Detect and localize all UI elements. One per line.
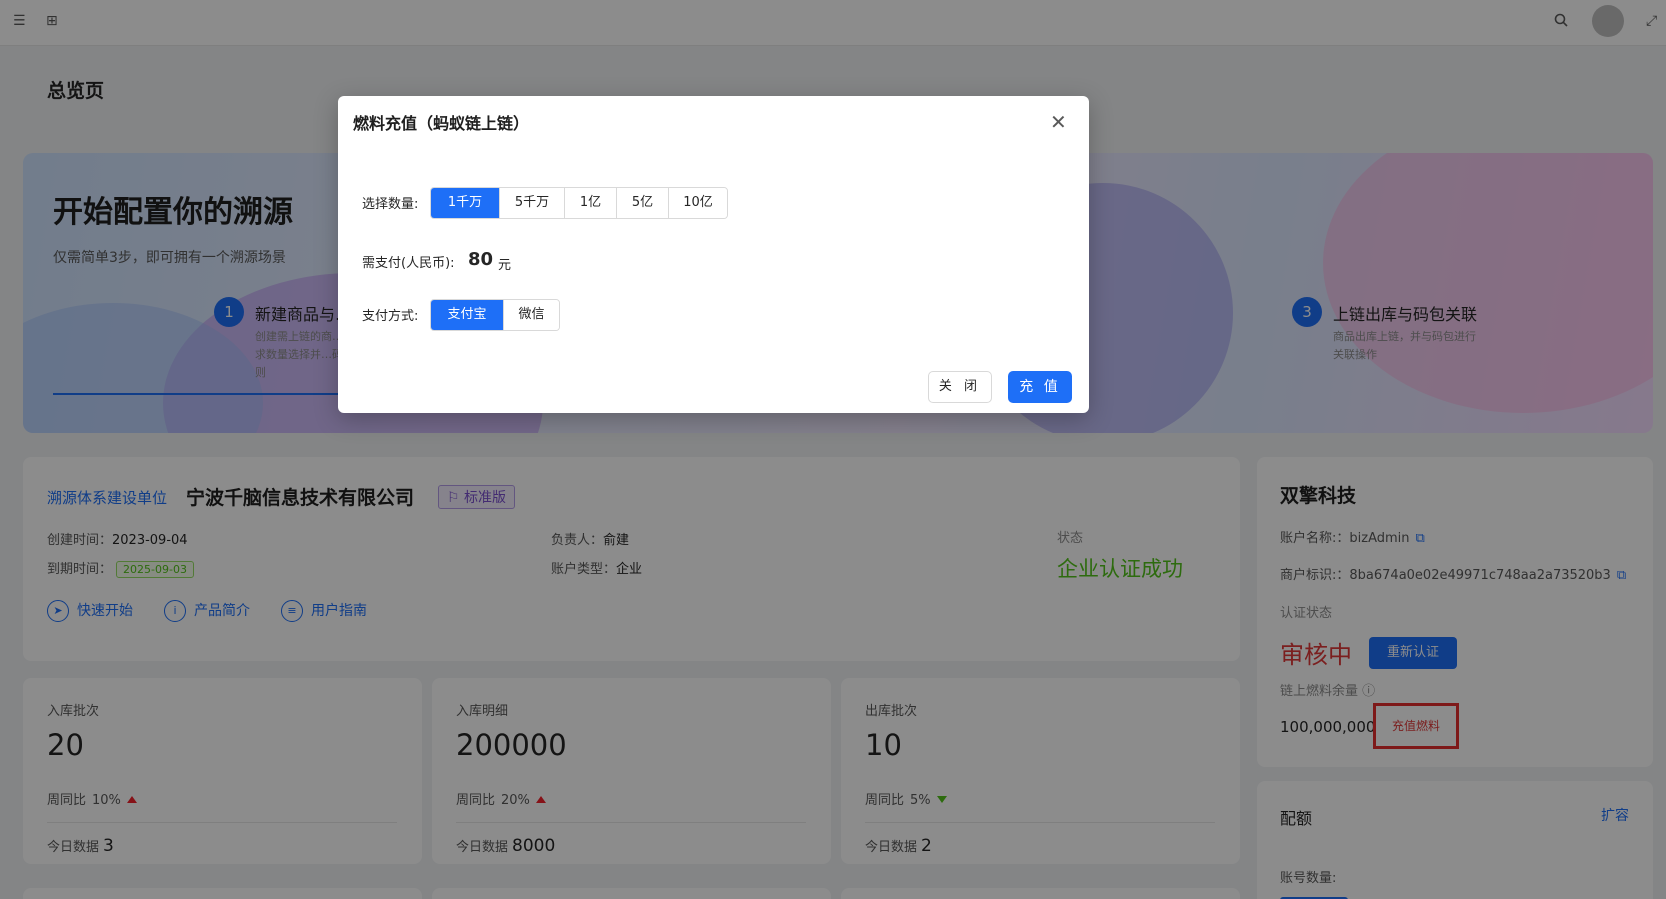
quantity-selector: 1千万 5千万 1亿 5亿 10亿 bbox=[430, 187, 728, 219]
close-button[interactable]: 关 闭 bbox=[928, 371, 992, 403]
payment-method-label: 支付方式: bbox=[362, 309, 419, 324]
quantity-option[interactable]: 1千万 bbox=[431, 188, 499, 218]
quantity-option[interactable]: 5亿 bbox=[616, 188, 668, 218]
quantity-option[interactable]: 5千万 bbox=[499, 188, 564, 218]
pay-amount: 80 bbox=[468, 249, 494, 270]
payment-method-selector: 支付宝 微信 bbox=[430, 299, 560, 331]
modal-title: 燃料充值（蚂蚁链上链） bbox=[353, 114, 530, 133]
quantity-option[interactable]: 1亿 bbox=[564, 188, 616, 218]
close-icon[interactable]: ✕ bbox=[1050, 112, 1067, 132]
wechat-option[interactable]: 微信 bbox=[503, 300, 559, 330]
pay-unit: 元 bbox=[498, 258, 512, 273]
quantity-option[interactable]: 10亿 bbox=[668, 188, 727, 218]
pay-amount-label: 需支付(人民币): bbox=[362, 256, 455, 271]
fuel-recharge-modal: 燃料充值（蚂蚁链上链） ✕ 选择数量: 1千万 5千万 1亿 5亿 10亿 需支… bbox=[338, 96, 1089, 413]
quantity-label: 选择数量: bbox=[362, 197, 419, 212]
alipay-option[interactable]: 支付宝 bbox=[431, 300, 503, 330]
recharge-button[interactable]: 充 值 bbox=[1008, 371, 1072, 403]
